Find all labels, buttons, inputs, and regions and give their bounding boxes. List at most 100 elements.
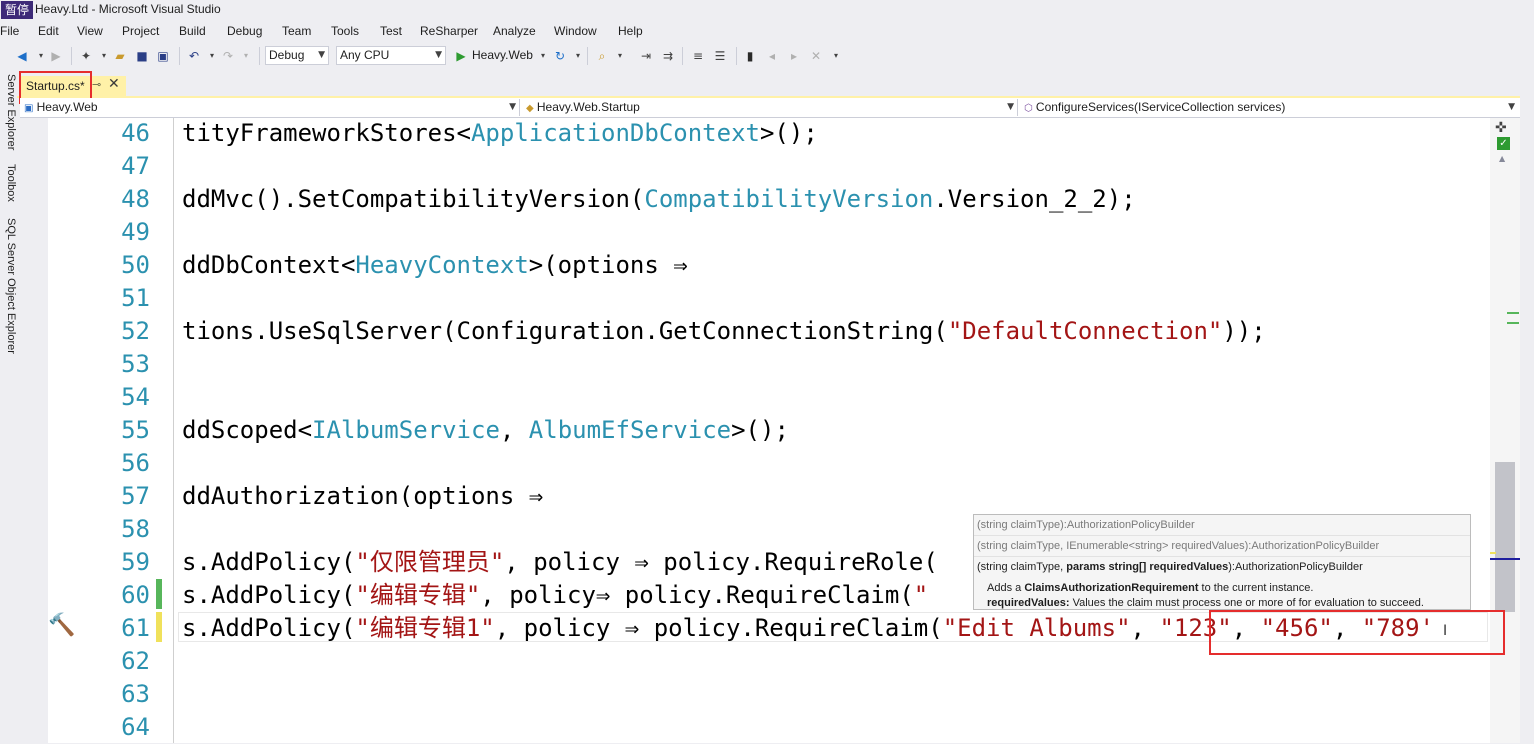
indent-icon[interactable]: ☰	[712, 48, 728, 64]
back-icon[interactable]: ◀	[14, 48, 30, 64]
class-icon: ◆	[526, 103, 537, 114]
code-line[interactable]: tityFrameworkStores<ApplicationDbContext…	[182, 117, 818, 150]
toolbar-separator	[736, 47, 737, 65]
overload-option[interactable]: (string claimType):AuthorizationPolicyBu…	[974, 515, 1470, 536]
unsaved-change-indicator	[156, 612, 162, 642]
save-icon[interactable]: ■	[134, 48, 150, 64]
code-token: , policy⇒ policy.RequireClaim(	[480, 581, 914, 609]
chevron-down-icon: ▼	[1007, 102, 1014, 112]
menu-team[interactable]: Team	[282, 24, 311, 38]
menu-test[interactable]: Test	[380, 24, 402, 38]
line-number: 46	[121, 119, 150, 147]
menu-analyze[interactable]: Analyze	[493, 24, 536, 38]
line-number: 53	[121, 350, 150, 378]
line-number: 51	[121, 284, 150, 312]
redo-dropdown-icon[interactable]: ▾	[238, 48, 254, 64]
line-number: 49	[121, 218, 150, 246]
find-in-files-icon[interactable]: ⌕	[594, 48, 610, 64]
run-target-dropdown-icon[interactable]: ▾	[535, 48, 551, 64]
forward-icon[interactable]: ▶	[48, 48, 64, 64]
param-desc: Values the claim must process one or mor…	[1069, 597, 1424, 609]
menu-tools[interactable]: Tools	[331, 24, 359, 38]
code-token: ));	[1222, 317, 1266, 345]
close-icon[interactable]: ✕	[108, 76, 120, 92]
line-number: 63	[121, 680, 150, 708]
code-token: >(options ⇒	[528, 251, 688, 279]
code-token: s.AddPolicy(	[182, 614, 356, 642]
menu-edit[interactable]: Edit	[38, 24, 59, 38]
undo-icon[interactable]: ↶	[186, 48, 202, 64]
code-line[interactable]: tions.UseSqlServer(Configuration.GetConn…	[182, 315, 1266, 348]
menu-debug[interactable]: Debug	[227, 24, 262, 38]
open-folder-icon[interactable]: ▰	[112, 48, 128, 64]
menu-window[interactable]: Window	[554, 24, 597, 38]
solution-platform-value: Any CPU	[340, 48, 390, 62]
toolbar-overflow-icon[interactable]: ▾	[828, 48, 844, 64]
run-target-label[interactable]: Heavy.Web	[472, 48, 533, 62]
menu-view[interactable]: View	[77, 24, 103, 38]
code-line[interactable]: s.AddPolicy("仅限管理员", policy ⇒ policy.Req…	[182, 546, 938, 579]
sql-server-object-explorer-tab[interactable]: SQL Server Object Explorer	[0, 218, 17, 354]
toolbar-separator	[179, 47, 180, 65]
undo-dropdown-icon[interactable]: ▾	[204, 48, 220, 64]
overload-option[interactable]: (string claimType, IEnumerable<string> r…	[974, 536, 1470, 557]
toolbox-tab[interactable]: Toolbox	[0, 164, 17, 202]
find-dropdown-icon[interactable]: ▾	[612, 48, 628, 64]
solution-platform-select[interactable]: Any CPU ▼	[336, 46, 446, 65]
chevron-down-icon: ▼	[318, 50, 325, 60]
project-select[interactable]: ▣ Heavy.Web ▼	[20, 99, 520, 116]
scroll-change-mark	[1507, 312, 1519, 314]
csharp-project-icon: ▣	[24, 103, 37, 114]
menu-help[interactable]: Help	[618, 24, 643, 38]
redo-icon[interactable]: ↷	[220, 48, 236, 64]
step-over-icon[interactable]: ⇉	[660, 48, 676, 64]
solution-config-select[interactable]: Debug ▼	[265, 46, 329, 65]
navigation-bar: ▣ Heavy.Web ▼ ◆ Heavy.Web.Startup ▼ ⬡ Conf…	[20, 98, 1520, 118]
scroll-thumb[interactable]	[1495, 462, 1515, 612]
code-token: ddDbContext<	[182, 251, 356, 279]
new-dropdown-icon[interactable]: ▾	[96, 48, 112, 64]
save-all-icon[interactable]: ▣	[155, 48, 171, 64]
menu-file[interactable]: File	[0, 24, 19, 38]
menu-resharper[interactable]: ReSharper	[420, 24, 478, 38]
overload-suffix: ):AuthorizationPolicyBuilder	[1228, 561, 1363, 573]
menu-build[interactable]: Build	[179, 24, 206, 38]
refresh-icon[interactable]: ↻	[552, 48, 568, 64]
code-token: >();	[759, 119, 818, 147]
split-window-icon[interactable]: ✜	[1495, 120, 1507, 136]
code-token: >();	[731, 416, 789, 444]
code-line[interactable]: ddAuthorization(options ⇒	[182, 480, 543, 513]
prev-bookmark-icon[interactable]: ◂	[764, 48, 780, 64]
back-dropdown-icon[interactable]: ▾	[33, 48, 49, 64]
overload-option-selected[interactable]: (string claimType, params string[] requi…	[974, 557, 1470, 578]
new-project-icon[interactable]: ✦	[78, 48, 94, 64]
bookmark-icon[interactable]: ▮	[742, 48, 758, 64]
refresh-dropdown-icon[interactable]: ▾	[570, 48, 586, 64]
member-select[interactable]: ⬡ ConfigureServices(IServiceCollection s…	[1020, 99, 1518, 116]
code-line[interactable]: ddDbContext<HeavyContext>(options ⇒	[182, 249, 688, 282]
scroll-up-arrow-icon[interactable]: ▲	[1499, 154, 1505, 163]
summary-suffix: to the current instance.	[1198, 582, 1314, 594]
line-number: 64	[121, 713, 150, 741]
menu-project[interactable]: Project	[122, 24, 159, 38]
next-bookmark-icon[interactable]: ▸	[786, 48, 802, 64]
step-into-icon[interactable]: ⇥	[638, 48, 654, 64]
server-explorer-tab[interactable]: Server Explorer	[0, 74, 17, 150]
clear-bookmarks-icon[interactable]: ✕	[808, 48, 824, 64]
code-line[interactable]: s.AddPolicy("编辑专辑", policy⇒ policy.Requi…	[182, 579, 928, 612]
code-token: ,	[499, 416, 529, 444]
start-debugging-icon[interactable]: ▶	[453, 48, 469, 64]
code-line[interactable]: ddScoped<IAlbumService, AlbumEfService>(…	[182, 414, 789, 447]
chevron-down-icon: ▼	[1508, 102, 1515, 112]
code-token: ddMvc().SetCompatibilityVersion(	[182, 185, 645, 213]
code-token: tions.UseSqlServer(Configuration.GetConn…	[182, 317, 948, 345]
overload-prefix: (string claimType,	[977, 561, 1067, 573]
pin-icon[interactable]: ⊸	[92, 78, 101, 91]
code-line[interactable]: ddMvc().SetCompatibilityVersion(Compatib…	[182, 183, 1136, 216]
indicator-margin	[20, 118, 48, 743]
outdent-icon[interactable]: ≡	[690, 48, 706, 64]
type-select[interactable]: ◆ Heavy.Web.Startup ▼	[522, 99, 1018, 116]
line-number: 59	[121, 548, 150, 576]
code-token: CompatibilityVersion	[644, 185, 934, 213]
code-token: ddAuthorization(options ⇒	[182, 482, 544, 510]
